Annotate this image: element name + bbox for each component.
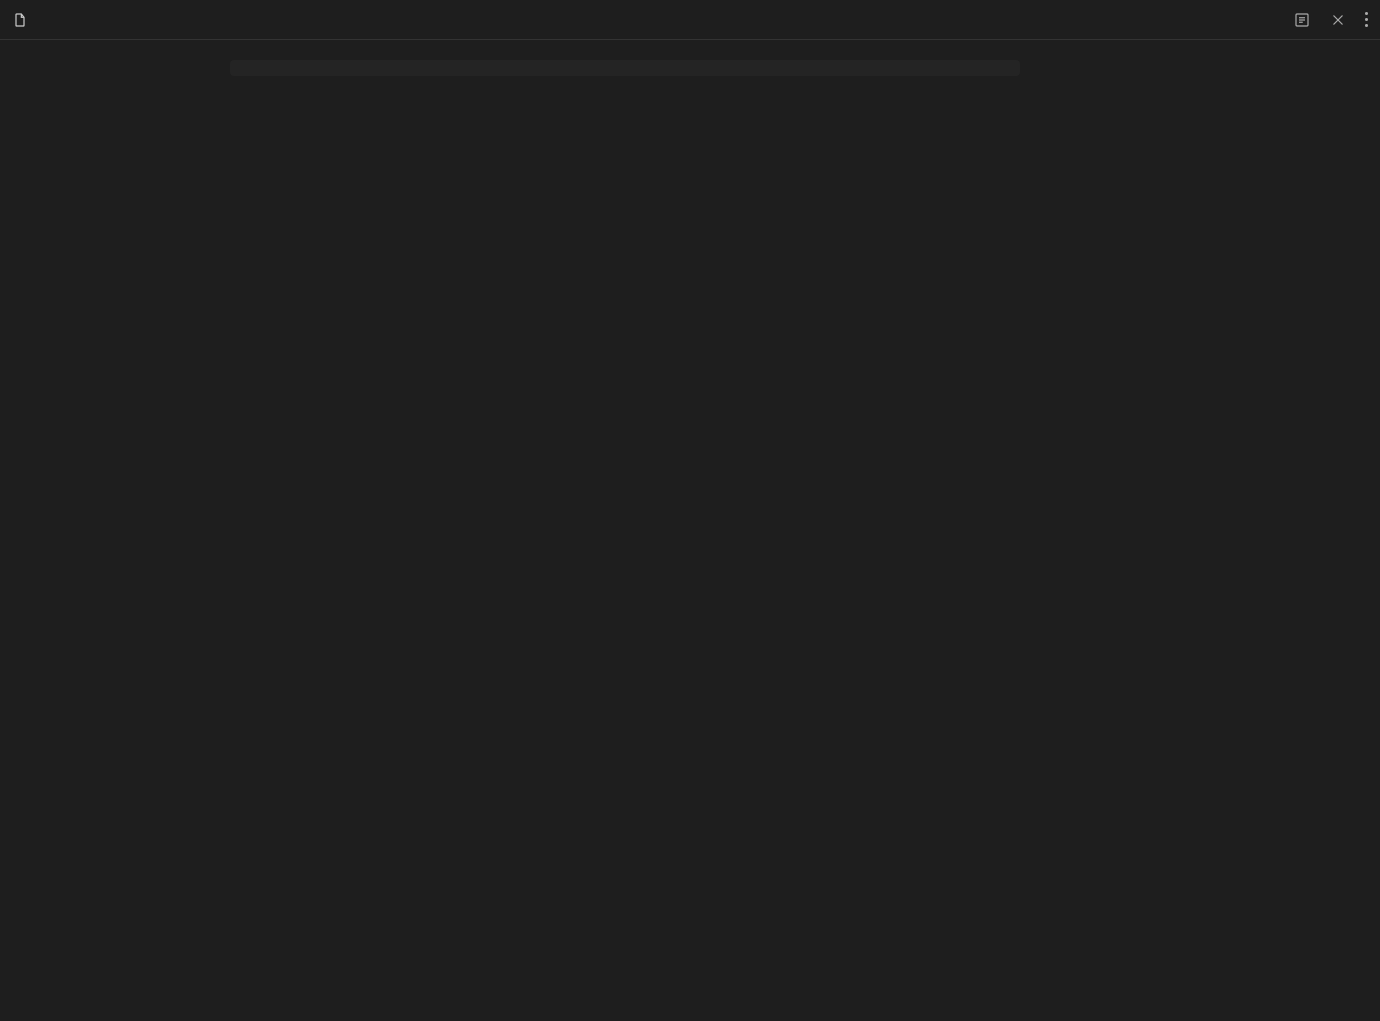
titlebar-right — [1293, 11, 1368, 29]
close-icon[interactable] — [1329, 11, 1347, 29]
reading-view-icon[interactable] — [1293, 11, 1311, 29]
more-options-icon[interactable] — [1365, 12, 1368, 27]
code-block-xml[interactable] — [230, 60, 1020, 76]
document-icon — [12, 12, 28, 28]
titlebar — [0, 0, 1380, 40]
editor-content[interactable] — [0, 40, 1380, 1021]
titlebar-left — [12, 12, 1293, 28]
